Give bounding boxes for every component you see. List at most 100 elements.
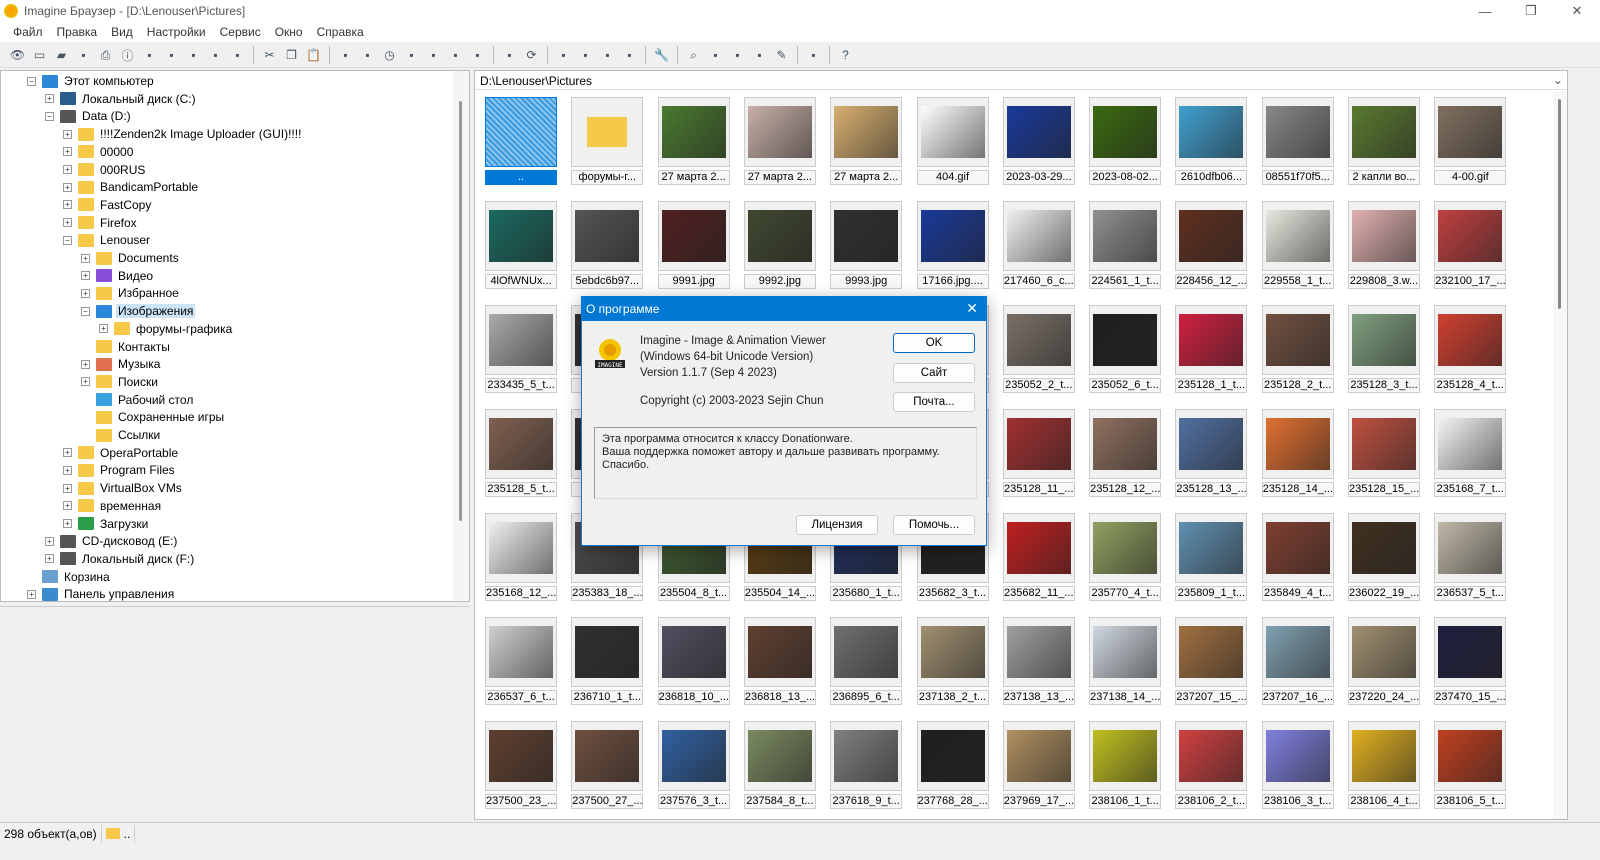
expand-icon[interactable]: + [81, 271, 90, 281]
thumbnail-item[interactable]: 236022_19_... [1348, 508, 1420, 601]
expand-icon[interactable]: + [81, 288, 90, 298]
thumbnail-item[interactable]: 235849_4_t... [1261, 508, 1334, 601]
tree-item[interactable]: Рабочий стол [81, 391, 195, 409]
folder-open-icon[interactable]: ▰ [52, 46, 71, 65]
thumbnail-item[interactable]: 237138_13_... [1002, 612, 1075, 705]
menu-item[interactable]: Справка [310, 25, 371, 39]
thumbnail-item[interactable]: 224561_1_t... [1089, 196, 1162, 289]
folder-item[interactable]: .. [485, 92, 557, 185]
thumbnail-item[interactable]: 2023-03-29... [1002, 92, 1075, 185]
tree-item[interactable]: + Избранное [81, 284, 181, 302]
window-icon[interactable]: ▪ [336, 46, 355, 65]
new-folder-icon[interactable]: ▪ [162, 46, 181, 65]
expand-icon[interactable]: + [45, 94, 54, 104]
menu-item[interactable]: Настройки [140, 25, 213, 39]
tree-item[interactable]: +00000 [63, 143, 135, 161]
thumbnail-item[interactable]: 235128_11_... [1002, 404, 1075, 497]
tree-scrollbar[interactable] [453, 71, 469, 601]
menu-item[interactable]: Вид [104, 25, 140, 39]
tree-item[interactable]: + Загрузки [63, 515, 150, 533]
thumbnail-item[interactable]: 5ebdc6b97... [571, 196, 644, 289]
folder-up-icon[interactable]: ▪ [500, 46, 519, 65]
thumbnail-item[interactable]: 228456_12_... [1175, 196, 1248, 289]
expand-icon[interactable]: + [99, 324, 108, 334]
thumbnail-item[interactable]: 17166.jpg.... [916, 196, 989, 289]
tree-item[interactable]: − Изображения [81, 302, 196, 320]
notes-icon[interactable]: ▪ [804, 46, 823, 65]
properties-icon[interactable]: ▪ [228, 46, 247, 65]
tree-item[interactable]: + VirtualBox VMs [63, 479, 184, 497]
thumbnail-item[interactable]: 9991.jpg [657, 196, 730, 289]
thumbnail-item[interactable]: 236537_5_t... [1434, 508, 1507, 601]
thumbnail-item[interactable]: 235128_15_... [1348, 404, 1420, 497]
thumbnail-item[interactable]: 229558_1_t... [1261, 196, 1334, 289]
filmstrip-icon[interactable]: ▪ [750, 46, 769, 65]
grid-icon[interactable]: ▪ [424, 46, 443, 65]
tree-item[interactable]: + Панель управления [27, 585, 176, 601]
capture-icon[interactable]: ▪ [728, 46, 747, 65]
tree-item[interactable]: + FastCopy [63, 196, 153, 214]
thumbnail-item[interactable]: 2610dfb06... [1175, 92, 1248, 185]
tree-item[interactable]: + Локальный диск (C:) [45, 90, 198, 108]
collapse-icon[interactable]: − [81, 306, 90, 316]
thumbnail-item[interactable]: 235128_2_t... [1261, 300, 1334, 393]
thumbnail-item[interactable]: 235128_14_... [1261, 404, 1334, 497]
collapse-icon[interactable]: − [27, 76, 36, 86]
thumbnail-item[interactable]: 404.gif [916, 92, 989, 185]
tree-item[interactable]: + BandicamPortable [63, 178, 200, 196]
thumbnail-item[interactable]: 238106_3_t... [1261, 716, 1334, 809]
help-button[interactable]: Помочь... [893, 515, 975, 535]
thumbnail-item[interactable]: 229808_3.w... [1348, 196, 1420, 289]
thumbnail-item[interactable]: 235682_11_... [1002, 508, 1075, 601]
thumbnail-item[interactable]: 235128_1_t... [1175, 300, 1248, 393]
paste-icon[interactable]: 📋 [304, 46, 323, 65]
thumbnail-item[interactable]: 235128_5_t... [485, 404, 557, 497]
thumbnail-item[interactable]: 237220_24_... [1348, 612, 1420, 705]
thumbnail-item[interactable]: 9992.jpg [743, 196, 816, 289]
thumbnail-item[interactable]: 237207_16_... [1261, 612, 1334, 705]
refresh-icon[interactable]: ⟳ [522, 46, 541, 65]
expand-icon[interactable]: + [45, 536, 54, 546]
tree-item[interactable]: + Локальный диск (F:) [45, 550, 196, 568]
tree-item[interactable]: + OperaPortable [63, 444, 180, 462]
tree-item[interactable]: + Музыка [81, 355, 162, 373]
tree-item[interactable]: + Видео [81, 267, 155, 285]
thumbnail-item[interactable]: 235052_2_t... [1002, 300, 1075, 393]
thumbnail-item[interactable]: 237138_2_t... [916, 612, 989, 705]
minimize-button[interactable]: — [1462, 0, 1508, 22]
wrench-icon[interactable]: 🔧 [652, 46, 671, 65]
expand-icon[interactable]: + [63, 165, 72, 174]
thumbnail-item[interactable]: 235770_4_t... [1089, 508, 1162, 601]
tree-item[interactable]: + временная [63, 497, 163, 515]
thumbnail-item[interactable]: 233435_5_t... [485, 300, 557, 393]
thumbnail-item[interactable]: 237576_3_t... [657, 716, 730, 809]
tree-item[interactable]: Контакты [81, 338, 172, 356]
thumbnail-item[interactable]: 235168_7_t... [1434, 404, 1507, 497]
menu-item[interactable]: Правка [50, 25, 105, 39]
thumbnail-item[interactable]: 27 марта 2... [830, 92, 903, 185]
view4-icon[interactable]: ▪ [620, 46, 639, 65]
tree-item[interactable]: + форумы-графика [99, 320, 234, 338]
tree-icon[interactable]: ▪ [358, 46, 377, 65]
thumbnail-item[interactable]: 237500_23_... [485, 716, 557, 809]
expand-icon[interactable]: + [27, 589, 36, 599]
thumbnail-item[interactable]: 235128_4_t... [1434, 300, 1507, 393]
thumbnail-item[interactable]: 237500_27_... [571, 716, 644, 809]
folder-tree[interactable]: − Этот компьютер + Локальный диск (C:) − Data… [0, 70, 470, 602]
edit-icon[interactable]: ✎ [772, 46, 791, 65]
camera-icon[interactable]: ▪ [140, 46, 159, 65]
thumbnail-item[interactable]: 238106_1_t... [1089, 716, 1162, 809]
thumbnail-item[interactable]: 236818_10_... [657, 612, 730, 705]
thumbnail-item[interactable]: 237207_15_... [1175, 612, 1248, 705]
tree-item[interactable]: +000RUS [63, 161, 147, 179]
eye-icon[interactable]: 👁 [8, 46, 27, 65]
view2-icon[interactable]: ▪ [576, 46, 595, 65]
tree-item[interactable]: + Поиски [81, 373, 160, 391]
collapse-icon[interactable]: − [45, 111, 54, 121]
site-button[interactable]: Сайт [893, 363, 975, 383]
thumbnail-item[interactable]: 238106_2_t... [1175, 716, 1248, 809]
thumbnail-item[interactable]: 4-00.gif [1434, 92, 1507, 185]
thumbnail-item[interactable]: 236537_6_t... [485, 612, 557, 705]
thumbnail-item[interactable]: 217460_6_c... [1002, 196, 1075, 289]
thumbnail-item[interactable]: 235128_12_... [1089, 404, 1162, 497]
